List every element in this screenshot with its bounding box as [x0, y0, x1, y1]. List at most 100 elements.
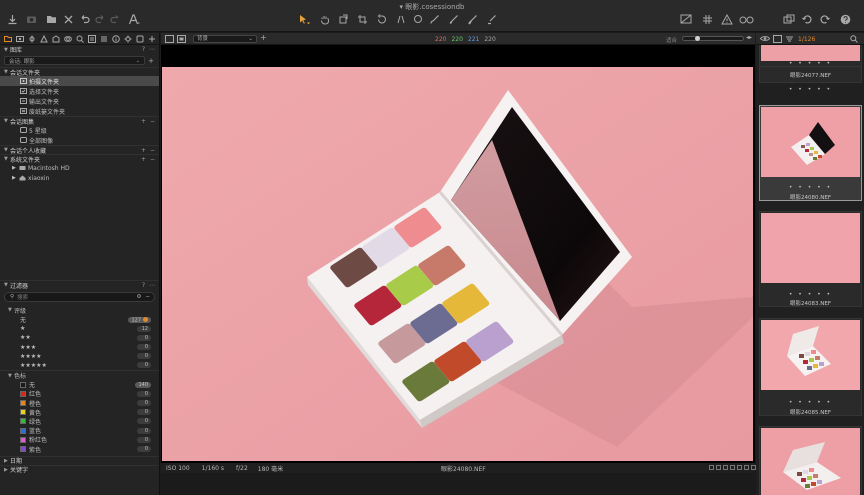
session-albums-header[interactable]: ▼ 会话图集 + −	[0, 116, 159, 126]
color-tag-picker[interactable]	[709, 465, 756, 470]
thumbnail[interactable]: • • • • • 眼影24085.NEF	[759, 318, 862, 416]
rotate-right-icon[interactable]	[818, 12, 832, 26]
color-tag-row[interactable]: 橙色 0	[0, 399, 159, 408]
multi-view-icon[interactable]	[177, 35, 186, 43]
redo-all-icon[interactable]	[109, 12, 121, 26]
batch-tab-icon[interactable]	[136, 35, 144, 43]
details-tab-icon[interactable]	[76, 35, 84, 43]
redo-icon[interactable]	[94, 12, 106, 26]
text-annotation-icon[interactable]	[127, 12, 141, 26]
add-folder-icon[interactable]: +	[141, 156, 146, 163]
rating-row[interactable]: 无 127	[0, 315, 159, 324]
album-all-images[interactable]: 全部图像	[0, 135, 159, 145]
folder-selects[interactable]: 选择文件夹	[0, 86, 159, 96]
album-five-stars[interactable]: 5 星级	[0, 125, 159, 135]
keystone-icon[interactable]	[394, 12, 408, 26]
rating-dots[interactable]: • • • • •	[760, 184, 861, 191]
help-icon[interactable]: ?	[142, 282, 145, 289]
warning-icon[interactable]	[720, 12, 734, 26]
date-filter-header[interactable]: ▶ 日期	[0, 455, 159, 465]
rating-row[interactable]: ★★★★★ 0	[0, 361, 159, 370]
color-tag-row[interactable]: 绿色 0	[0, 417, 159, 426]
thumbnail-selected[interactable]: • • • • • 眼影24080.NEF	[759, 105, 862, 201]
metadata-tab-icon[interactable]	[112, 34, 120, 43]
proof-glasses-icon[interactable]	[738, 12, 754, 26]
background-select[interactable]: 背景 ⌄	[193, 35, 257, 43]
rating-row[interactable]: ★★★★ 0	[0, 352, 159, 361]
folder-trash[interactable]: 废纸篓文件夹	[0, 106, 159, 116]
library-header[interactable]: ▼ 图库 ? ⋯	[0, 45, 159, 54]
more-options-icon[interactable]: ⋯	[149, 282, 155, 289]
remove-collection-icon[interactable]: −	[150, 147, 155, 154]
more-options-icon[interactable]: ⋯	[149, 46, 155, 53]
rotate-left-icon[interactable]	[800, 12, 814, 26]
undo-icon[interactable]	[78, 12, 90, 26]
output-tab-icon[interactable]	[124, 35, 132, 43]
loupe-icon[interactable]	[337, 12, 351, 26]
color-tab-icon[interactable]	[64, 35, 72, 43]
remove-filter-icon[interactable]: −	[145, 294, 150, 300]
session-folders-header[interactable]: ▼ 会话文件夹	[0, 67, 159, 77]
session-select[interactable]: 会话: 眼影 ⌄ +	[4, 56, 154, 65]
local-adjustments-tab-icon[interactable]	[88, 34, 96, 43]
lens-tab-icon[interactable]	[28, 35, 36, 43]
color-tag-row[interactable]: 红色 0	[0, 389, 159, 398]
add-session-icon[interactable]: +	[148, 57, 154, 65]
spot-removal-icon[interactable]	[412, 12, 424, 26]
exposure-warning-icon[interactable]	[679, 12, 693, 26]
system-folders-header[interactable]: ▼ 系统文件夹 + −	[0, 154, 159, 164]
pan-hand-icon[interactable]	[318, 12, 332, 26]
folder-output[interactable]: 输出文件夹	[0, 96, 159, 106]
fit-zoom-icon[interactable]: ◂▸	[746, 34, 752, 41]
add-album-icon[interactable]: +	[141, 118, 146, 125]
thumbnail-label-row[interactable]: 眼影24077.NEF	[759, 67, 862, 83]
color-tag-row[interactable]: 粉红色 0	[0, 435, 159, 444]
copy-adjustments-icon[interactable]	[782, 12, 796, 26]
gear-icon[interactable]: ⚙	[136, 294, 141, 300]
move-to-folder-icon[interactable]	[45, 12, 57, 26]
brush-icon[interactable]	[428, 12, 442, 26]
eraser-icon[interactable]	[447, 12, 461, 26]
library-tab-icon[interactable]	[4, 35, 12, 43]
eye-view-icon[interactable]	[759, 35, 771, 44]
picker-icon[interactable]	[485, 12, 499, 26]
grid-icon[interactable]	[700, 12, 714, 26]
rating-row[interactable]: ★★★ 0	[0, 343, 159, 352]
rating-dots[interactable]: • • • • •	[760, 60, 861, 67]
add-collection-icon[interactable]: +	[141, 147, 146, 154]
composition-tab-icon[interactable]	[40, 34, 48, 43]
search-icon[interactable]	[850, 35, 858, 45]
adjustments-tab-icon[interactable]	[100, 35, 108, 43]
system-folder-xiaoxin[interactable]: ▶ xiaoxin	[0, 173, 159, 183]
delete-icon[interactable]	[62, 12, 74, 26]
keyword-filter-header[interactable]: ▶ 关键字	[0, 464, 159, 474]
filmstrip-view-icon[interactable]	[773, 35, 782, 45]
image-viewer[interactable]	[161, 45, 755, 463]
camera-icon[interactable]	[25, 12, 37, 26]
select-cursor-icon[interactable]	[297, 12, 311, 26]
rating-dots[interactable]: • • • • •	[760, 291, 861, 298]
color-tag-row[interactable]: 黄色 0	[0, 408, 159, 417]
more-tabs-icon[interactable]	[148, 35, 156, 43]
disclosure-triangle-icon[interactable]: ▶	[12, 165, 19, 171]
color-tag-row[interactable]: 紫色 0	[0, 444, 159, 454]
thumbnail[interactable]: • • • • •	[759, 45, 862, 67]
rating-dots[interactable]: • • • • •	[760, 399, 861, 406]
color-tag-header[interactable]: ▼ 色标	[0, 370, 159, 380]
rating-dots[interactable]: • • • • •	[759, 86, 862, 93]
color-tag-row[interactable]: 无 140	[0, 380, 159, 389]
gradient-mask-icon[interactable]	[466, 12, 480, 26]
capture-tab-icon[interactable]	[16, 35, 24, 43]
folder-capture[interactable]: 拍摄文件夹	[0, 76, 159, 86]
sort-icon[interactable]	[785, 35, 794, 45]
color-tag-row[interactable]: 蓝色 0	[0, 426, 159, 435]
help-icon[interactable]: ?	[142, 46, 145, 53]
disclosure-triangle-icon[interactable]: ▶	[12, 175, 19, 181]
rotate-icon[interactable]	[375, 12, 389, 26]
crop-icon[interactable]	[356, 12, 370, 26]
zoom-slider[interactable]	[682, 36, 744, 41]
remove-album-icon[interactable]: −	[150, 118, 155, 125]
rating-row[interactable]: ★★ 0	[0, 333, 159, 342]
single-view-icon[interactable]	[165, 35, 174, 43]
add-viewer-icon[interactable]: +	[260, 33, 267, 42]
